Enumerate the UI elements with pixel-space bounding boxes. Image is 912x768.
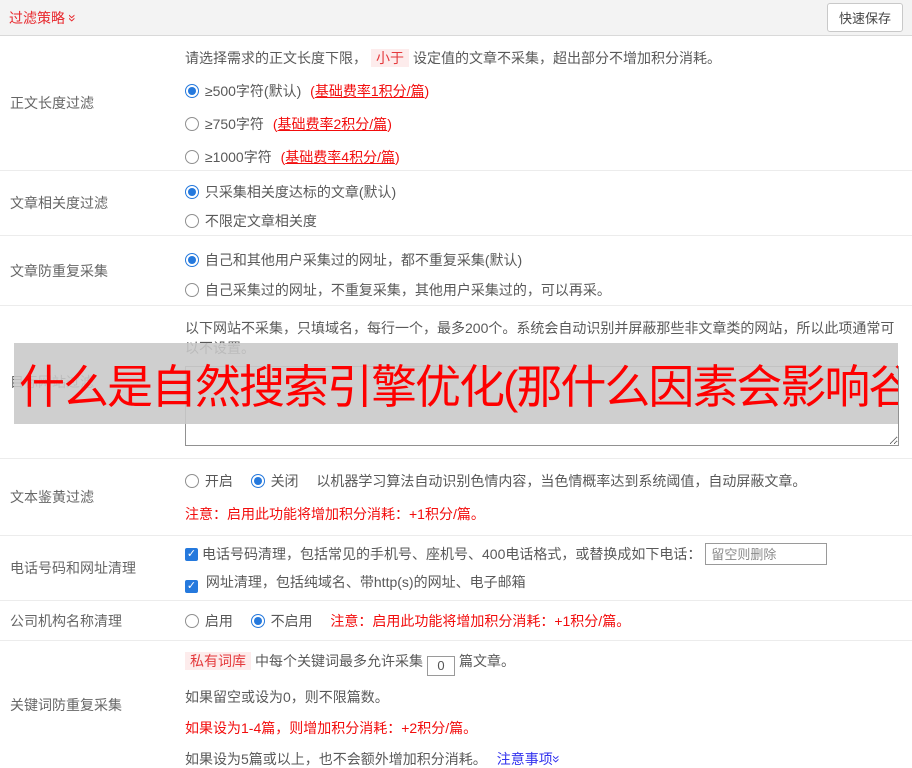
- length-option-500: ≥500字符(默认) (基础费率1积分/篇): [185, 81, 904, 101]
- row-company-clean: 公司机构名称清理 启用 不启用 注意：启用此功能将增加积分消耗：+1积分/篇。: [0, 601, 912, 641]
- length-option-1000: ≥1000字符 (基础费率4积分/篇): [185, 147, 904, 167]
- page-title[interactable]: 过滤策略 »: [9, 8, 81, 28]
- company-cost-note: 注意：启用此功能将增加积分消耗：+1积分/篇。: [330, 612, 631, 629]
- option-label: 关闭: [270, 473, 299, 489]
- option-label: 网址清理，包括纯域名、带http(s)的网址、电子邮箱: [205, 574, 526, 590]
- option-label: 只采集相关度达标的文章(默认): [204, 184, 397, 200]
- phone-clean-checkbox[interactable]: [185, 547, 198, 561]
- relevance-option-2: 不限定文章相关度: [185, 211, 904, 231]
- keyword-note-unlimited: 如果留空或设为0，则不限篇数。: [185, 688, 389, 705]
- porn-cost-note: 注意：启用此功能将增加积分消耗：+1积分/篇。: [185, 506, 485, 522]
- option-label: ≥750字符: [204, 116, 264, 132]
- keyword-count-line: 私有词库中每个关键词最多允许采集篇文章。: [185, 651, 904, 676]
- radio-porn-on[interactable]: [185, 474, 199, 488]
- row-dedup-filter: 文章防重复采集 自己和其他用户采集过的网址，都不重复采集(默认) 自己采集过的网…: [0, 236, 912, 306]
- section-label-porn: 文本鉴黄过滤: [10, 489, 94, 505]
- fee-note: (基础费率1积分/篇): [310, 83, 430, 99]
- radio-porn-off[interactable]: [250, 474, 265, 488]
- row-porn-filter: 文本鉴黄过滤 开启 关闭 以机器学习算法自动识别色情内容，当色情概率达到系统阈值…: [0, 459, 912, 536]
- section-label-length: 正文长度过滤: [10, 95, 94, 111]
- url-clean-checkbox[interactable]: [185, 580, 198, 593]
- section-label-relevance: 文章相关度过滤: [10, 195, 108, 211]
- section-label-company: 公司机构名称清理: [10, 612, 122, 629]
- section-label-phone: 电话号码和网址清理: [10, 560, 136, 576]
- radio-750[interactable]: [185, 117, 199, 131]
- chevron-double-down-icon: »: [64, 13, 81, 22]
- less-than-badge: 小于: [371, 49, 409, 67]
- row-phone-clean: 电话号码和网址清理 电话号码清理，包括常见的手机号、座机号、400电话格式，或替…: [0, 536, 912, 601]
- quick-save-button[interactable]: 快速保存: [826, 3, 903, 32]
- filter-strategy-page: 过滤策略 » 快速保存 正文长度过滤 请选择需求的正文长度下限， 小于 设定值的文章…: [0, 0, 912, 768]
- dedup-option-1: 自己和其他用户采集过的网址，都不重复采集(默认): [185, 250, 904, 270]
- option-label: 不启用: [270, 612, 313, 629]
- radio-1000[interactable]: [185, 150, 199, 164]
- radio-relevance-any[interactable]: [185, 214, 199, 228]
- row-relevance-filter: 文章相关度过滤 只采集相关度达标的文章(默认) 不限定文章相关度: [0, 171, 912, 236]
- keyword-count-input[interactable]: [427, 655, 455, 676]
- radio-dedup-global[interactable]: [185, 253, 199, 267]
- option-label: 不限定文章相关度: [204, 213, 317, 229]
- dedup-option-2: 自己采集过的网址，不重复采集，其他用户采集过的，可以再采。: [185, 280, 904, 300]
- private-dict-badge: 私有词库: [185, 652, 251, 670]
- option-label: 自己采集过的网址，不重复采集，其他用户采集过的，可以再采。: [204, 282, 611, 298]
- radio-500-checked[interactable]: [185, 84, 199, 98]
- header-bar: 过滤策略 » 快速保存: [0, 0, 912, 36]
- keyword-note-extra: 如果设为5篇或以上，也不会额外增加积分消耗。 注意事项»: [185, 750, 565, 767]
- option-label: ≥500字符(默认): [204, 83, 302, 99]
- length-option-750: ≥750字符 (基础费率2积分/篇): [185, 114, 904, 134]
- length-intro: 请选择需求的正文长度下限， 小于 设定值的文章不采集，超出部分不增加积分消耗。: [185, 49, 721, 67]
- watermark-overlay: 什么是自然搜索引擎优化(那什么因素会影响谷: [14, 343, 898, 424]
- chevron-double-down-icon: »: [548, 754, 565, 763]
- company-options: 启用 不启用 注意：启用此功能将增加积分消耗：+1积分/篇。: [185, 611, 904, 631]
- option-label: 开启: [204, 473, 233, 489]
- url-clean-line: 网址清理，包括纯域名、带http(s)的网址、电子邮箱: [185, 572, 904, 593]
- porn-options: 开启 关闭 以机器学习算法自动识别色情内容，当色情概率达到系统阈值，自动屏蔽文章…: [185, 471, 904, 491]
- fee-note: (基础费率2积分/篇): [272, 116, 392, 132]
- row-length-filter: 正文长度过滤 请选择需求的正文长度下限， 小于 设定值的文章不采集，超出部分不增加积…: [0, 36, 912, 171]
- radio-relevance-strict[interactable]: [185, 185, 199, 199]
- option-label: 启用: [204, 612, 233, 629]
- option-label: 自己和其他用户采集过的网址，都不重复采集(默认): [204, 252, 523, 268]
- radio-company-off[interactable]: [250, 613, 265, 628]
- page-title-text: 过滤策略: [9, 9, 65, 26]
- porn-desc: 以机器学习算法自动识别色情内容，当色情概率达到系统阈值，自动屏蔽文章。: [316, 473, 807, 489]
- notes-link[interactable]: 注意事项»: [497, 751, 565, 767]
- relevance-option-1: 只采集相关度达标的文章(默认): [185, 182, 904, 202]
- fee-note: (基础费率4积分/篇): [280, 149, 400, 165]
- radio-company-on[interactable]: [185, 613, 199, 628]
- radio-dedup-self[interactable]: [185, 283, 199, 297]
- phone-clean-line: 电话号码清理，包括常见的手机号、座机号、400电话格式，或替换成如下电话：: [185, 543, 904, 565]
- keyword-cost-note: 如果设为1-4篇，则增加积分消耗：+2积分/篇。: [185, 719, 478, 736]
- row-keyword-dedup: 关键词防重复采集 私有词库中每个关键词最多允许采集篇文章。 如果留空或设为0，则…: [0, 641, 912, 768]
- watermark-text: 什么是自然搜索引擎优化(那什么因素会影响谷: [19, 360, 898, 413]
- phone-replace-input[interactable]: [705, 543, 828, 565]
- option-label: 电话号码清理，包括常见的手机号、座机号、400电话格式，或替换成如下电话：: [202, 546, 702, 562]
- section-label-keyword: 关键词防重复采集: [10, 696, 122, 713]
- option-label: ≥1000字符: [204, 149, 272, 165]
- section-label-dedup: 文章防重复采集: [10, 262, 108, 279]
